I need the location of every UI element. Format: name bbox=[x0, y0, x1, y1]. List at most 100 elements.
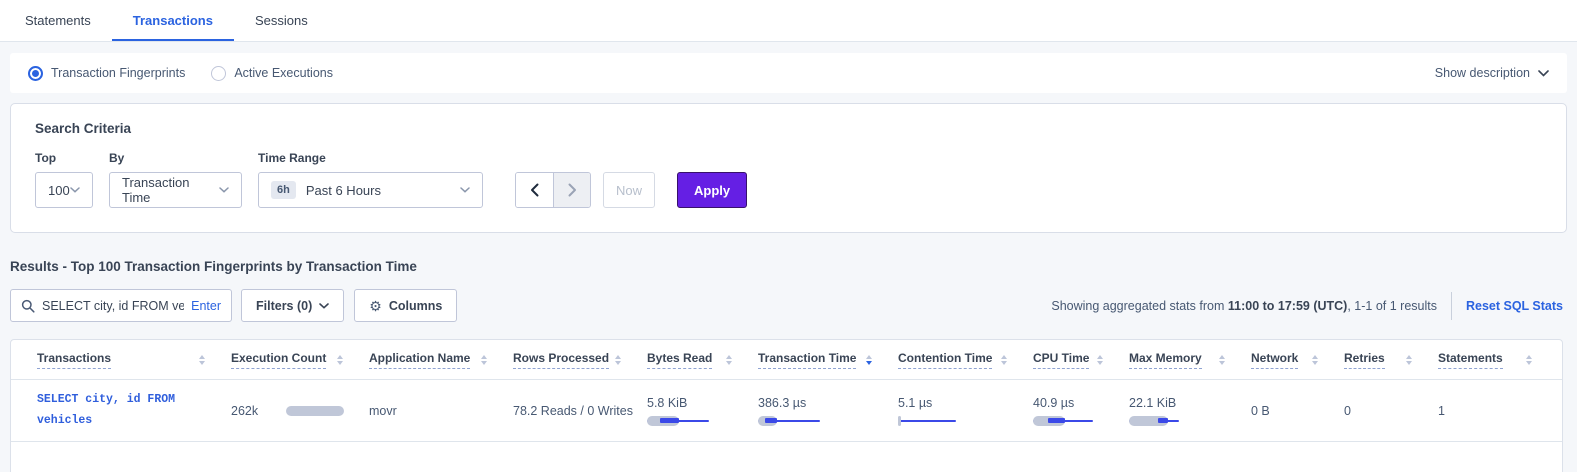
column-header-cpu-time[interactable]: CPU Time bbox=[1033, 351, 1129, 369]
search-box[interactable]: Enter bbox=[10, 289, 232, 322]
cell-max-memory: 22.1 KiB bbox=[1129, 396, 1251, 426]
column-header-transactions[interactable]: Transactions bbox=[37, 351, 231, 369]
cell-cpu-time: 40.9 µs bbox=[1033, 396, 1129, 426]
chevron-right-icon bbox=[568, 183, 577, 197]
search-criteria-card: Search Criteria Top 100 By Transaction T… bbox=[10, 103, 1567, 233]
time-range-select[interactable]: 6h Past 6 Hours bbox=[258, 172, 483, 208]
time-range-label: Time Range bbox=[258, 151, 483, 165]
now-button[interactable]: Now bbox=[603, 172, 655, 208]
top-label: Top bbox=[35, 151, 93, 165]
show-description-toggle[interactable]: Show description bbox=[1435, 66, 1549, 80]
column-header-statements[interactable]: Statements bbox=[1438, 351, 1558, 369]
transaction-fingerprint-link[interactable]: SELECT city, id FROM vehicles bbox=[37, 390, 192, 431]
by-label: By bbox=[109, 151, 242, 165]
cell-contention-time: 5.1 µs bbox=[898, 396, 1033, 426]
cell-transaction-time: 386.3 µs bbox=[758, 396, 898, 426]
stats-summary: Showing aggregated stats from 11:00 to 1… bbox=[1051, 299, 1437, 313]
vertical-divider bbox=[1451, 292, 1452, 320]
stats-summary-range: 11:00 to 17:59 (UTC) bbox=[1228, 299, 1347, 313]
column-header-execution-count[interactable]: Execution Count bbox=[231, 351, 369, 369]
chevron-left-icon bbox=[530, 183, 539, 197]
column-header-rows-processed[interactable]: Rows Processed bbox=[513, 351, 647, 369]
reset-sql-stats-link[interactable]: Reset SQL Stats bbox=[1466, 299, 1563, 313]
filters-button[interactable]: Filters (0) bbox=[241, 289, 344, 322]
cell-transactions: SELECT city, id FROM vehicles bbox=[37, 390, 231, 431]
by-select[interactable]: Transaction Time bbox=[109, 172, 242, 208]
column-header-application-name[interactable]: Application Name bbox=[369, 351, 513, 369]
column-header-network[interactable]: Network bbox=[1251, 351, 1344, 369]
chevron-down-icon bbox=[70, 187, 80, 193]
sort-icon[interactable] bbox=[726, 355, 732, 365]
next-time-window-button[interactable] bbox=[553, 173, 590, 207]
column-header-retries[interactable]: Retries bbox=[1344, 351, 1438, 369]
columns-button[interactable]: ⚙︎ Columns bbox=[354, 289, 457, 322]
cpu-time-bar bbox=[1033, 416, 1095, 426]
sort-icon[interactable] bbox=[1001, 355, 1007, 365]
search-criteria-title: Search Criteria bbox=[35, 121, 1542, 136]
search-input[interactable] bbox=[42, 299, 184, 313]
tab-transactions[interactable]: Transactions bbox=[112, 0, 234, 41]
chevron-down-icon bbox=[1538, 70, 1549, 77]
time-range-badge: 6h bbox=[271, 181, 296, 199]
columns-button-label: Columns bbox=[389, 299, 442, 313]
sort-icon[interactable] bbox=[199, 355, 205, 365]
transactions-table: Transactions Execution Count Application… bbox=[10, 339, 1563, 472]
show-description-label: Show description bbox=[1435, 66, 1530, 80]
page-tabs: Statements Transactions Sessions bbox=[0, 0, 1577, 42]
sort-icon-active-desc[interactable] bbox=[866, 355, 872, 365]
time-range-value: Past 6 Hours bbox=[306, 183, 381, 198]
top-select[interactable]: 100 bbox=[35, 172, 93, 208]
radio-transaction-fingerprints[interactable]: Transaction Fingerprints bbox=[28, 66, 185, 81]
table-header-row: Transactions Execution Count Application… bbox=[11, 340, 1562, 380]
chevron-down-icon bbox=[219, 187, 229, 193]
previous-time-window-button[interactable] bbox=[516, 173, 553, 207]
sort-icon[interactable] bbox=[1406, 355, 1412, 365]
radio-active-executions[interactable]: Active Executions bbox=[211, 66, 333, 81]
stats-summary-group: Showing aggregated stats from 11:00 to 1… bbox=[1051, 292, 1567, 320]
search-enter-button[interactable]: Enter bbox=[191, 299, 221, 313]
column-header-contention-time[interactable]: Contention Time bbox=[898, 351, 1033, 369]
execution-count-bar bbox=[286, 406, 344, 416]
time-range-field: Time Range 6h Past 6 Hours bbox=[258, 151, 483, 208]
transaction-time-bar bbox=[758, 416, 820, 426]
sort-icon[interactable] bbox=[1097, 355, 1103, 365]
top-select-value: 100 bbox=[48, 183, 70, 198]
chevron-down-icon bbox=[460, 187, 470, 193]
search-icon bbox=[21, 299, 35, 313]
radio-label: Active Executions bbox=[234, 66, 333, 80]
cell-application-name: movr bbox=[369, 404, 513, 418]
chevron-down-icon bbox=[319, 303, 329, 309]
table-row: SELECT city, id FROM vehicles 262k movr … bbox=[11, 380, 1562, 442]
by-select-value: Transaction Time bbox=[122, 175, 219, 205]
results-controls-row: Enter Filters (0) ⚙︎ Columns Showing agg… bbox=[10, 289, 1567, 322]
radio-unselected-icon bbox=[211, 66, 226, 81]
results-heading: Results - Top 100 Transaction Fingerprin… bbox=[10, 259, 1567, 274]
sort-icon[interactable] bbox=[337, 355, 343, 365]
cell-retries: 0 bbox=[1344, 404, 1438, 418]
view-toggle-strip: Transaction Fingerprints Active Executio… bbox=[10, 53, 1567, 93]
cell-statements: 1 bbox=[1438, 404, 1558, 418]
max-memory-bar bbox=[1129, 416, 1191, 426]
cell-bytes-read: 5.8 KiB bbox=[647, 396, 758, 426]
apply-button[interactable]: Apply bbox=[677, 172, 747, 208]
time-window-pager bbox=[515, 172, 591, 208]
radio-selected-icon bbox=[28, 66, 43, 81]
cell-network: 0 B bbox=[1251, 404, 1344, 418]
tab-sessions[interactable]: Sessions bbox=[234, 0, 329, 41]
top-field: Top 100 bbox=[35, 151, 93, 208]
sort-icon[interactable] bbox=[615, 355, 621, 365]
by-field: By Transaction Time bbox=[109, 151, 242, 208]
bytes-read-bar bbox=[647, 416, 709, 426]
column-header-transaction-time[interactable]: Transaction Time bbox=[758, 351, 898, 369]
column-header-max-memory[interactable]: Max Memory bbox=[1129, 351, 1251, 369]
sort-icon[interactable] bbox=[481, 355, 487, 365]
cell-execution-count: 262k bbox=[231, 404, 369, 418]
gear-icon: ⚙︎ bbox=[369, 299, 382, 313]
cell-rows-processed: 78.2 Reads / 0 Writes bbox=[513, 404, 647, 418]
contention-time-bar bbox=[898, 416, 960, 426]
sort-icon[interactable] bbox=[1526, 355, 1532, 365]
sort-icon[interactable] bbox=[1219, 355, 1225, 365]
column-header-bytes-read[interactable]: Bytes Read bbox=[647, 351, 758, 369]
sort-icon[interactable] bbox=[1312, 355, 1318, 365]
tab-statements[interactable]: Statements bbox=[4, 0, 112, 41]
